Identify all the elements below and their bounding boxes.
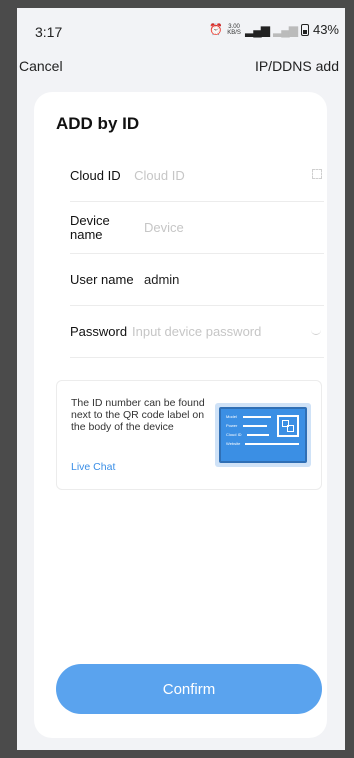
page-title: ADD by ID: [56, 114, 140, 133]
label-line: [245, 443, 299, 445]
status-bar: 3:17 ⏰ 3.00 KB/S ▂▄▆ ▂▄▆ 43%: [17, 8, 345, 50]
signal-4g-icon: ▂▄▆: [245, 22, 270, 37]
eye-closed-icon[interactable]: [308, 326, 324, 338]
user-name-row: User name: [70, 254, 324, 306]
qr-code-icon: [277, 415, 299, 437]
user-name-input[interactable]: [144, 267, 324, 292]
cancel-button[interactable]: Cancel: [19, 58, 63, 74]
password-input[interactable]: [132, 319, 308, 344]
battery-icon: [300, 23, 309, 36]
label-line: [247, 434, 269, 436]
device-name-row: Device name: [70, 202, 324, 254]
label-model-text: Model: [226, 414, 237, 419]
user-name-label: User name: [70, 271, 134, 287]
network-speed: 3.00 KB/S: [227, 23, 241, 36]
password-label: Password: [70, 323, 128, 339]
status-icons: ⏰ 3.00 KB/S ▂▄▆ ▂▄▆ 43%: [209, 22, 339, 37]
alarm-icon: ⏰: [209, 24, 224, 36]
confirm-button[interactable]: Confirm: [56, 664, 322, 714]
device-name-input[interactable]: [144, 215, 324, 240]
phone-screen: 3:17 ⏰ 3.00 KB/S ▂▄▆ ▂▄▆ 43% Cancel IP/D…: [17, 8, 345, 750]
nav-bar: Cancel IP/DDNS add: [17, 50, 345, 80]
battery-percent: 43%: [312, 22, 339, 37]
info-text: The ID number can be found next to the Q…: [71, 397, 205, 433]
status-time: 3:17: [35, 24, 63, 40]
info-box: The ID number can be found next to the Q…: [56, 380, 322, 490]
ip-ddns-add-button[interactable]: IP/DDNS add: [255, 58, 339, 74]
cloud-id-label: Cloud ID: [70, 167, 121, 183]
label-power-text: Power: [226, 423, 238, 428]
device-label-plate: Model Power Cloud ID Website: [219, 407, 307, 463]
cloud-id-input[interactable]: [134, 163, 311, 188]
label-website-text: Website: [226, 441, 241, 446]
live-chat-link[interactable]: Live Chat: [71, 461, 115, 473]
label-cloud-id-text: Cloud ID: [226, 432, 242, 437]
form-card: ADD by ID Cloud ID Device name User name…: [34, 92, 327, 738]
cloud-id-row: Cloud ID: [70, 150, 324, 202]
device-name-label: Device name: [70, 212, 110, 242]
scan-icon[interactable]: [310, 169, 324, 182]
password-row: Password: [70, 306, 324, 358]
label-line: [243, 416, 271, 418]
signal-secondary-icon: ▂▄▆: [273, 22, 298, 37]
label-line: [243, 425, 267, 427]
device-label-illustration: Model Power Cloud ID Website: [215, 403, 311, 467]
